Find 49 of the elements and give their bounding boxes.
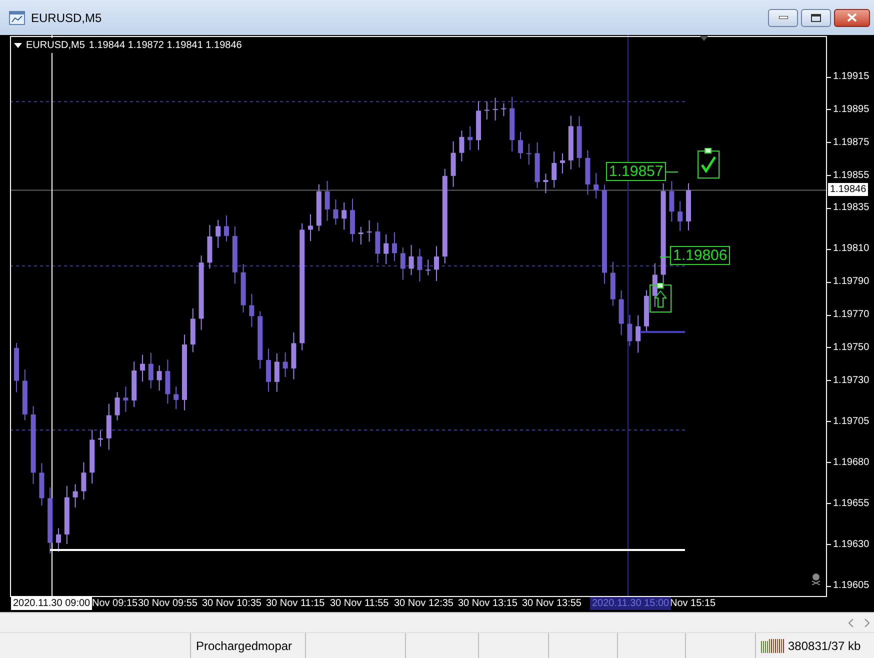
leader-line bbox=[660, 256, 670, 258]
price-axis-label: 1.19915 bbox=[833, 70, 870, 84]
price-axis-label: 1.19705 bbox=[833, 414, 870, 429]
time-axis-label: 30 Nov 09:55 bbox=[138, 597, 198, 610]
price-axis-label: 1.19835 bbox=[833, 201, 870, 216]
symbol-label: EURUSD,M5 bbox=[26, 38, 85, 53]
time-axis-label: 30 Nov 10:35 bbox=[202, 597, 262, 610]
price-axis-label: 1.19605 bbox=[833, 579, 870, 593]
time-axis-label: Nov 09:15 bbox=[92, 597, 138, 610]
connection-bars-icon bbox=[761, 638, 785, 652]
chart-window-icon bbox=[9, 10, 25, 24]
price-axis-label: 1.19790 bbox=[833, 275, 870, 290]
dropdown-triangle-icon[interactable] bbox=[14, 43, 22, 48]
price-axis-label: 1.19855 bbox=[833, 168, 870, 183]
time-axis-label: 30 Nov 13:55 bbox=[522, 597, 582, 610]
price-axis-label: 1.19680 bbox=[833, 456, 870, 470]
price-axis-label: 1.19655 bbox=[833, 496, 870, 511]
time-axis-label: 30 Nov 12:35 bbox=[394, 597, 454, 610]
price-label: 1.19806 bbox=[670, 246, 730, 265]
restore-icon bbox=[811, 14, 821, 22]
traffic-label: 380831/37 kb bbox=[788, 638, 861, 654]
scroll-left-icon[interactable] bbox=[848, 618, 854, 626]
time-axis-label: 30 Nov 13:15 bbox=[458, 597, 518, 610]
price-axis-label: 1.19895 bbox=[833, 102, 870, 117]
maximize-button[interactable] bbox=[801, 8, 831, 26]
current-price-label: 1.19846 bbox=[828, 183, 868, 196]
price-label: 1.19857 bbox=[606, 162, 666, 182]
minimize-icon bbox=[778, 16, 788, 19]
account-name: Prochargedmopar bbox=[196, 638, 292, 654]
price-axis-label: 1.19810 bbox=[833, 242, 870, 256]
horizontal-level-line bbox=[640, 331, 685, 333]
price-axis-label: 1.19630 bbox=[833, 538, 870, 552]
time-axis-label: 30 Nov 11:55 bbox=[330, 597, 389, 610]
crosshair-time-label: 2020.11.30 15:00 bbox=[590, 597, 672, 610]
close-icon bbox=[847, 13, 857, 22]
close-button[interactable] bbox=[834, 8, 870, 26]
time-axis-label: Nov 15:15 bbox=[670, 597, 716, 610]
price-axis-label: 1.19750 bbox=[833, 340, 870, 355]
ohlc-quote: 1.19844 1.19872 1.19841 1.19846 bbox=[88, 39, 242, 53]
cursor-time-label: 2020.11.30 09:00 bbox=[11, 597, 92, 610]
check-icon bbox=[697, 148, 721, 180]
price-axis-label: 1.19770 bbox=[833, 308, 870, 322]
skull-icon bbox=[811, 573, 821, 585]
minimize-button[interactable] bbox=[768, 8, 798, 26]
scroll-right-icon[interactable] bbox=[864, 618, 870, 626]
time-axis-label: 30 Nov 11:15 bbox=[266, 597, 325, 610]
price-axis-label: 1.19875 bbox=[833, 136, 870, 150]
window-title: EURUSD,M5 bbox=[31, 10, 102, 26]
price-axis-label: 1.19730 bbox=[833, 374, 870, 388]
